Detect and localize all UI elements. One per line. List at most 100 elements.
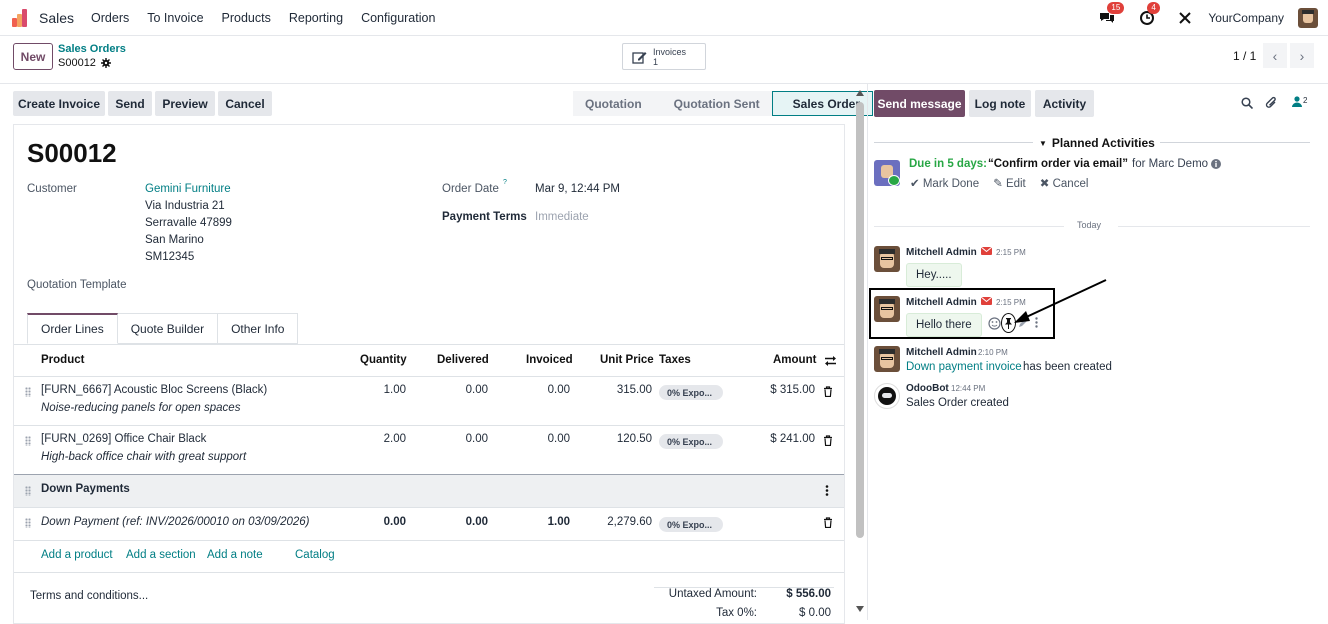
- line-description[interactable]: Noise-reducing panels for open spaces: [41, 402, 240, 414]
- message-author[interactable]: Mitchell Admin: [906, 247, 977, 258]
- col-amount[interactable]: Amount: [773, 354, 816, 366]
- menu-reporting[interactable]: Reporting: [289, 11, 343, 25]
- user-avatar[interactable]: [1298, 8, 1318, 28]
- line-tax-badge[interactable]: 0% Expo...: [659, 385, 723, 400]
- create-invoice-button[interactable]: Create Invoice: [13, 91, 105, 116]
- new-button[interactable]: New: [13, 43, 53, 70]
- add-note-link[interactable]: Add a note: [207, 549, 263, 561]
- app-name[interactable]: Sales: [39, 10, 74, 26]
- down-payment-description[interactable]: Down Payment (ref: INV/2026/00010 on 03/…: [41, 516, 310, 528]
- send-button[interactable]: Send: [108, 91, 152, 116]
- down-payment-invoice-link[interactable]: Down payment invoice: [906, 361, 1022, 373]
- add-section-link[interactable]: Add a section: [126, 549, 196, 561]
- line-invoiced[interactable]: 1.00: [508, 516, 570, 528]
- add-product-link[interactable]: Add a product: [41, 549, 113, 561]
- stage-quotation[interactable]: Quotation: [573, 91, 654, 116]
- odoobot-avatar[interactable]: [874, 383, 900, 409]
- line-quantity[interactable]: 2.00: [344, 433, 406, 445]
- order-date-value[interactable]: Mar 9, 12:44 PM: [535, 183, 620, 195]
- section-menu-icon[interactable]: [825, 485, 829, 496]
- drag-handle-icon[interactable]: [25, 387, 31, 397]
- col-taxes[interactable]: Taxes: [659, 354, 691, 366]
- line-product[interactable]: [FURN_0269] Office Chair Black: [41, 433, 206, 445]
- send-message-button[interactable]: Send message: [874, 90, 965, 117]
- sales-app-icon[interactable]: [12, 8, 32, 27]
- tab-other-info[interactable]: Other Info: [218, 313, 299, 344]
- line-invoiced[interactable]: 0.00: [508, 384, 570, 396]
- section-row[interactable]: [14, 474, 844, 507]
- menu-configuration[interactable]: Configuration: [361, 11, 435, 25]
- activity-clock-icon[interactable]: 4: [1138, 2, 1160, 27]
- message-author[interactable]: OdooBot: [906, 383, 949, 394]
- cancel-activity-button[interactable]: ✖ Cancel: [1040, 176, 1089, 190]
- column-settings-icon[interactable]: [825, 356, 836, 366]
- menu-products[interactable]: Products: [222, 11, 271, 25]
- line-delivered[interactable]: 0.00: [426, 384, 488, 396]
- scroll-down-icon[interactable]: [856, 606, 864, 612]
- preview-button[interactable]: Preview: [155, 91, 215, 116]
- trash-icon[interactable]: [823, 386, 833, 397]
- drag-handle-icon[interactable]: [25, 486, 31, 496]
- col-product[interactable]: Product: [41, 354, 84, 366]
- tab-quote-builder[interactable]: Quote Builder: [117, 313, 219, 344]
- breadcrumb-sales-orders[interactable]: Sales Orders: [58, 43, 126, 55]
- info-icon[interactable]: [1211, 159, 1221, 169]
- pager-previous-button[interactable]: ‹: [1263, 43, 1287, 68]
- activity-button[interactable]: Activity: [1035, 90, 1094, 117]
- line-tax-badge[interactable]: 0% Expo...: [659, 517, 723, 532]
- gear-icon[interactable]: [100, 58, 111, 68]
- pager-value[interactable]: 1 / 1: [1233, 49, 1256, 63]
- order-date-help-icon[interactable]: ?: [503, 179, 507, 186]
- drag-handle-icon[interactable]: [25, 518, 31, 528]
- form-scrollbar[interactable]: [853, 90, 867, 620]
- line-tax-badge[interactable]: 0% Expo...: [659, 434, 723, 449]
- planned-activities-toggle[interactable]: ▼ Planned Activities: [1039, 136, 1155, 150]
- section-title[interactable]: Down Payments: [41, 483, 130, 495]
- col-quantity[interactable]: Quantity: [360, 354, 407, 366]
- log-note-button[interactable]: Log note: [969, 90, 1031, 117]
- author-avatar[interactable]: [874, 246, 900, 272]
- stage-quotation-sent[interactable]: Quotation Sent: [653, 91, 772, 116]
- line-quantity[interactable]: 0.00: [344, 516, 406, 528]
- menu-to-invoice[interactable]: To Invoice: [147, 11, 203, 25]
- messaging-icon[interactable]: 15: [1098, 2, 1125, 27]
- search-icon[interactable]: [1241, 97, 1253, 109]
- line-delivered[interactable]: 0.00: [426, 516, 488, 528]
- line-delivered[interactable]: 0.00: [426, 433, 488, 445]
- edit-activity-button[interactable]: ✎ Edit: [993, 176, 1026, 190]
- tax-value: $ 0.00: [799, 607, 831, 619]
- mark-done-button[interactable]: ✔ Mark Done: [910, 176, 979, 190]
- line-unit-price[interactable]: 2,279.60: [590, 516, 652, 528]
- scrollbar-thumb[interactable]: [856, 102, 864, 538]
- catalog-link[interactable]: Catalog: [295, 549, 335, 561]
- line-quantity[interactable]: 1.00: [344, 384, 406, 396]
- author-avatar[interactable]: [874, 346, 900, 372]
- col-delivered[interactable]: Delivered: [437, 354, 489, 366]
- company-switcher[interactable]: YourCompany: [1208, 11, 1284, 25]
- col-unit-price[interactable]: Unit Price: [600, 354, 654, 366]
- line-description[interactable]: High-back office chair with great suppor…: [41, 451, 246, 463]
- drag-handle-icon[interactable]: [25, 436, 31, 446]
- tab-order-lines[interactable]: Order Lines: [27, 313, 118, 344]
- message-body: Sales Order created: [906, 397, 1009, 409]
- line-invoiced[interactable]: 0.00: [508, 433, 570, 445]
- scroll-up-icon[interactable]: [856, 90, 864, 96]
- col-invoiced[interactable]: Invoiced: [526, 354, 573, 366]
- debug-tools-icon[interactable]: [1176, 9, 1194, 27]
- paperclip-icon[interactable]: [1265, 96, 1278, 110]
- menu-orders[interactable]: Orders: [91, 11, 129, 25]
- invoices-smart-button[interactable]: Invoices 1: [622, 43, 706, 70]
- line-product[interactable]: [FURN_6667] Acoustic Bloc Screens (Black…: [41, 384, 267, 396]
- customer-link[interactable]: Gemini Furniture: [145, 183, 231, 195]
- terms-conditions-field[interactable]: Terms and conditions...: [30, 590, 148, 602]
- trash-icon[interactable]: [823, 517, 833, 528]
- message-author[interactable]: Mitchell Admin: [906, 347, 977, 358]
- payment-terms-value[interactable]: Immediate: [535, 211, 589, 223]
- check-icon: ✔: [910, 178, 920, 190]
- cancel-order-button[interactable]: Cancel: [218, 91, 272, 116]
- trash-icon[interactable]: [823, 435, 833, 446]
- line-unit-price[interactable]: 120.50: [590, 433, 652, 445]
- line-unit-price[interactable]: 315.00: [590, 384, 652, 396]
- pager-next-button[interactable]: ›: [1290, 43, 1314, 68]
- followers-button[interactable]: 2: [1292, 96, 1307, 107]
